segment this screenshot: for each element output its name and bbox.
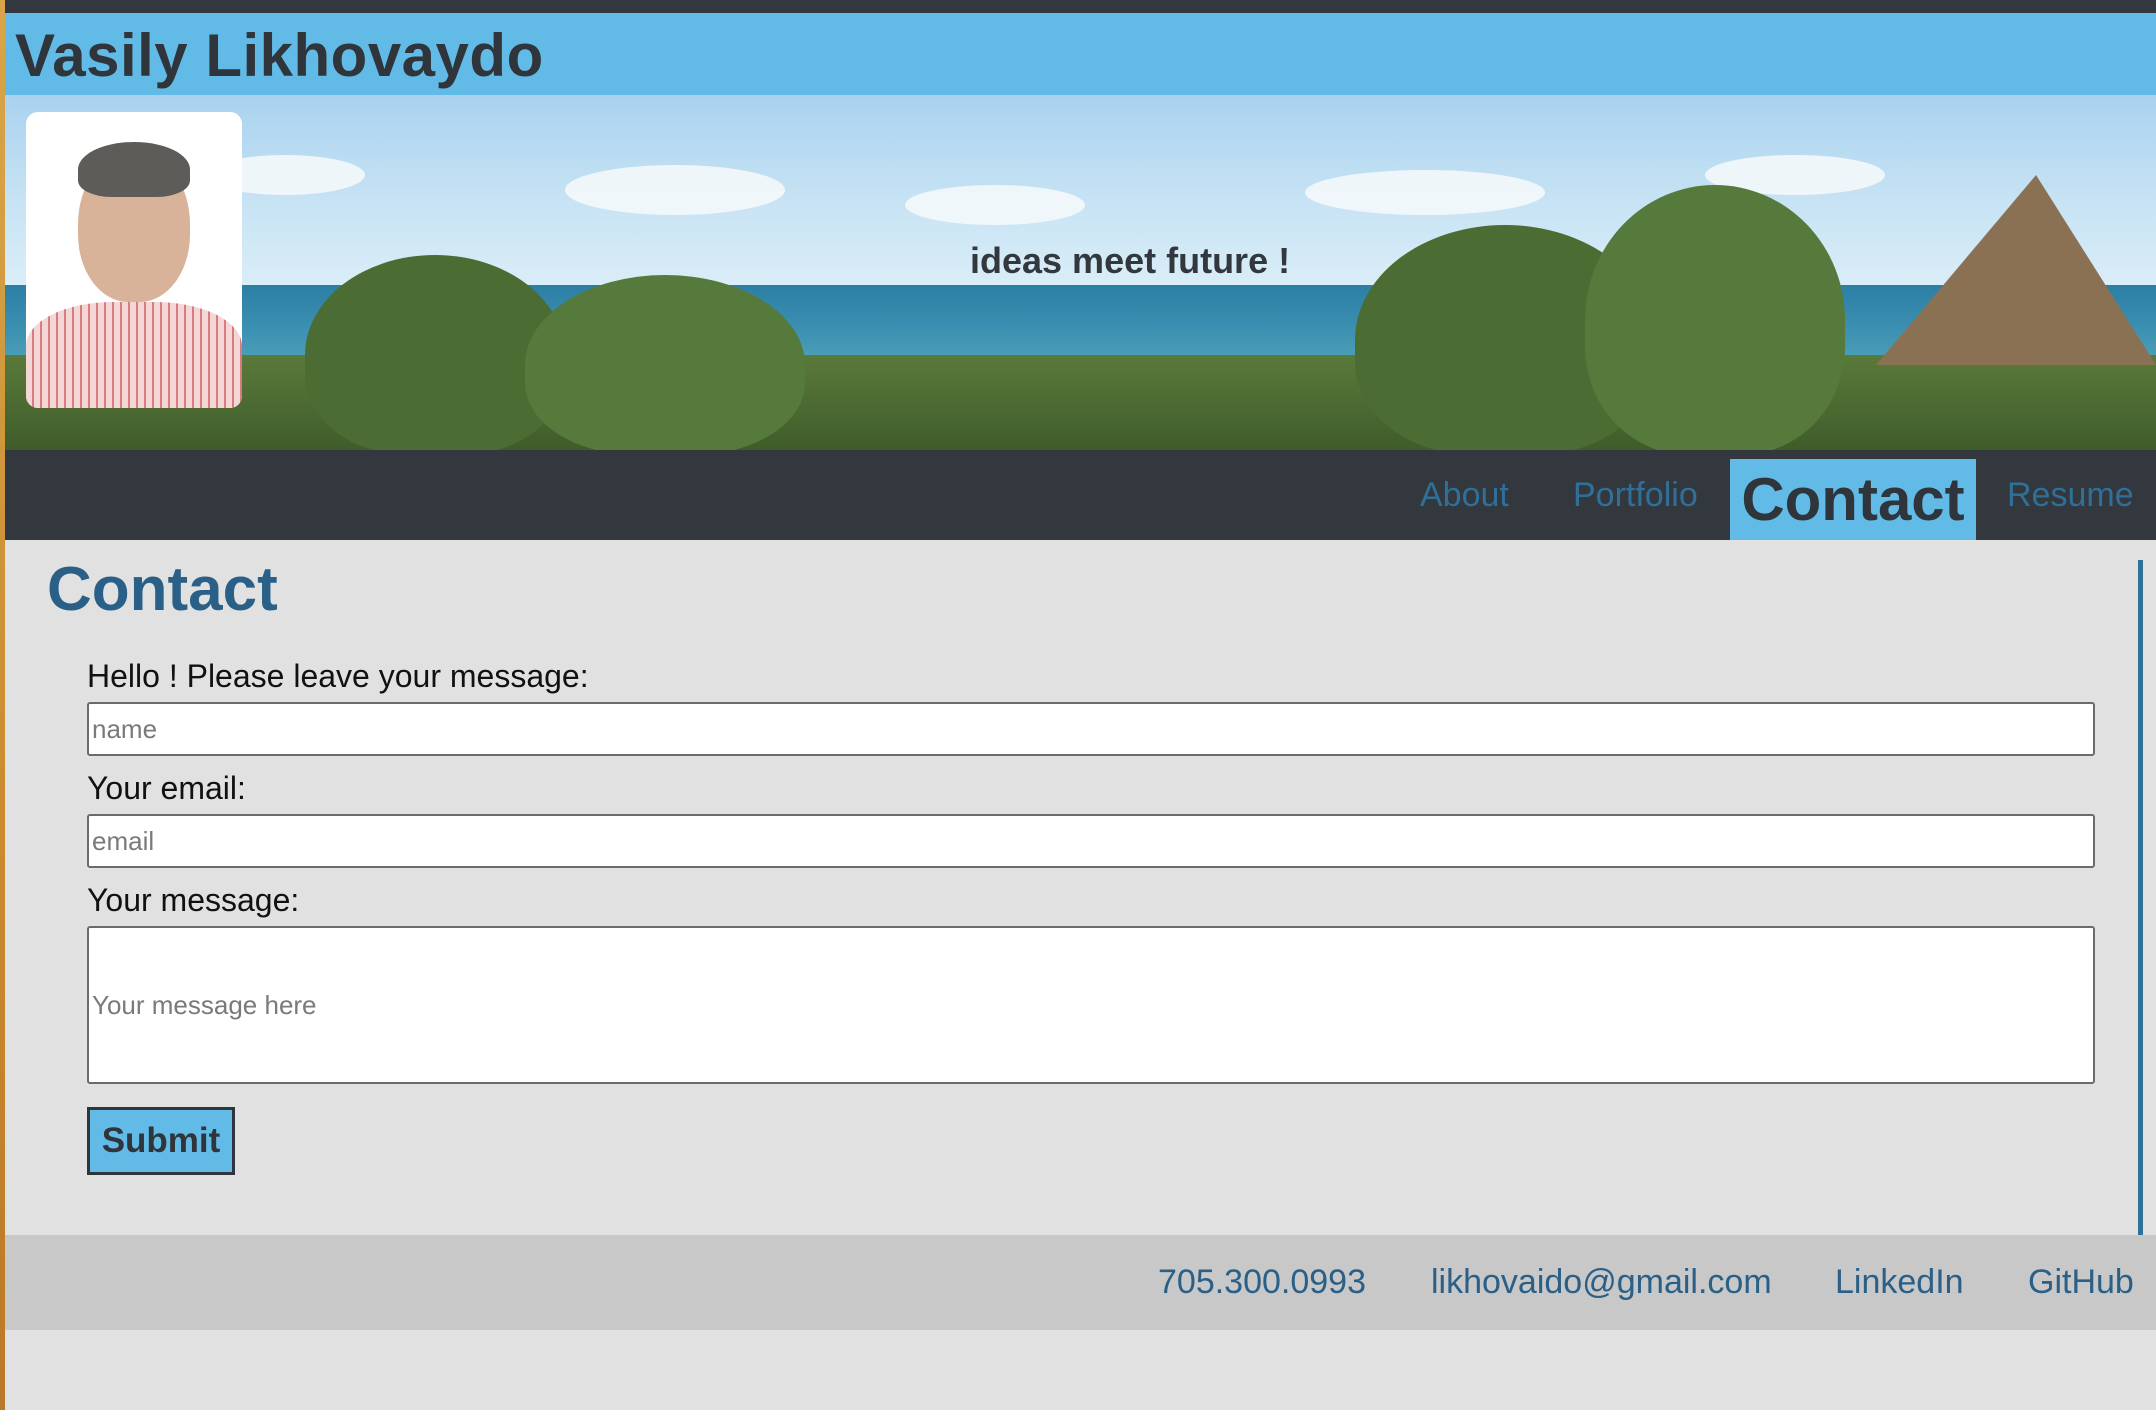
message-textarea[interactable] — [87, 926, 2095, 1084]
nav-resume[interactable]: Resume — [2007, 450, 2134, 540]
submit-button[interactable]: Submit — [87, 1107, 235, 1175]
site-title: Vasily Likhovaydo — [15, 22, 544, 89]
page-title: Contact — [47, 555, 278, 624]
footer-phone-link[interactable]: 705.300.0993 — [1158, 1235, 1366, 1330]
name-label: Hello ! Please leave your message: — [87, 658, 589, 694]
cloud — [1305, 170, 1545, 215]
profile-photo — [26, 112, 242, 408]
footer-linkedin-link[interactable]: LinkedIn — [1835, 1235, 1964, 1330]
footer-github-link[interactable]: GitHub — [2028, 1235, 2134, 1330]
cloud — [565, 165, 785, 215]
section-rule — [2138, 560, 2143, 1236]
email-input[interactable] — [87, 814, 2095, 868]
name-input[interactable] — [87, 702, 2095, 756]
nav-portfolio[interactable]: Portfolio — [1573, 450, 1698, 540]
nav-contact[interactable]: Contact — [1730, 459, 1976, 540]
bush — [525, 275, 805, 450]
site-footer: 705.300.0993 likhovaido@gmail.com Linked… — [5, 1235, 2156, 1330]
hero-tagline: ideas meet future ! — [970, 240, 1291, 281]
contact-section: Contact Hello ! Please leave your messag… — [5, 540, 2156, 1236]
avatar-shirt — [26, 302, 242, 408]
message-label: Your message: — [87, 882, 300, 918]
nav-about[interactable]: About — [1420, 450, 1509, 540]
cloud — [905, 185, 1085, 225]
hero-banner: ideas meet future ! — [5, 95, 2156, 450]
avatar-hair — [78, 142, 190, 197]
email-label: Your email: — [87, 770, 246, 806]
main-nav: About Portfolio Contact Resume — [5, 450, 2156, 540]
hut-roof — [1876, 175, 2156, 365]
bush — [1585, 185, 1845, 450]
top-bar — [5, 0, 2156, 13]
footer-email-link[interactable]: likhovaido@gmail.com — [1431, 1235, 1772, 1330]
site-header: Vasily Likhovaydo — [5, 13, 2156, 95]
